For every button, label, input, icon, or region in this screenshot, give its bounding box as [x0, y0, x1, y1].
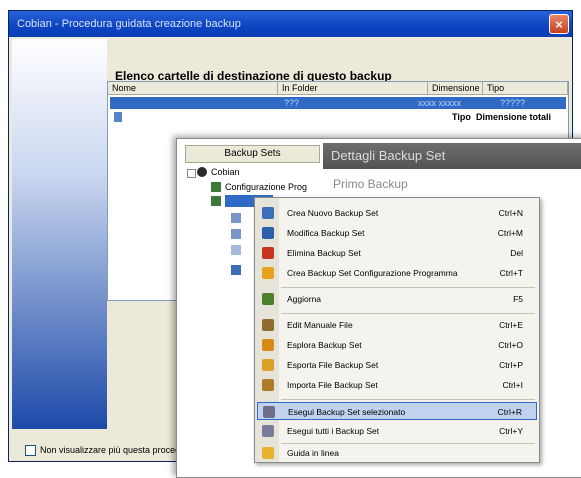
row-total-size-label: Dimensione totali	[476, 112, 552, 122]
selected-list-row[interactable]	[110, 97, 566, 109]
menu-item-run-all[interactable]: Esegui tutti i Backup Set Ctrl+Y	[257, 422, 537, 440]
import-icon	[262, 379, 274, 391]
menu-separator	[281, 287, 535, 288]
close-button[interactable]: ×	[549, 14, 569, 34]
column-header-nome[interactable]: Nome	[108, 82, 278, 95]
dont-show-option[interactable]: Non visualizzare più questa procedura	[25, 445, 194, 457]
dont-show-checkbox[interactable]	[25, 445, 36, 457]
config-icon	[262, 267, 274, 279]
file-icon	[231, 213, 241, 223]
wizard-side-banner	[12, 39, 107, 429]
file-icon	[231, 265, 241, 275]
details-backup-name: Primo Backup	[333, 177, 408, 191]
folder-icon	[114, 112, 122, 122]
export-icon	[262, 359, 274, 371]
explore-icon	[262, 339, 274, 351]
menu-separator	[281, 399, 535, 400]
selected-row-folder: ???	[284, 98, 300, 108]
globe-icon	[197, 167, 207, 177]
menu-item-new-backup-set[interactable]: Crea Nuovo Backup Set Ctrl+N	[257, 204, 537, 222]
column-header-dimensione[interactable]: Dimensione	[428, 82, 483, 95]
column-header-tipo[interactable]: Tipo	[483, 82, 568, 95]
column-header-folder[interactable]: In Folder	[278, 82, 428, 95]
menu-item-manual-edit[interactable]: Edit Manuale File Ctrl+E	[257, 316, 537, 334]
menu-separator	[281, 313, 535, 314]
refresh-icon	[262, 293, 274, 305]
backup-set-context-menu: Crea Nuovo Backup Set Ctrl+N Modifica Ba…	[254, 197, 540, 463]
menu-item-config-backup-set[interactable]: Crea Backup Set Configurazione Programma…	[257, 264, 537, 282]
manual-edit-icon	[262, 319, 274, 331]
run-selected-icon	[263, 406, 275, 418]
run-all-icon	[262, 425, 274, 437]
menu-item-edit-backup-set[interactable]: Modifica Backup Set Ctrl+M	[257, 224, 537, 242]
menu-item-run-selected[interactable]: Esegui Backup Set selezionato Ctrl+R	[257, 402, 537, 420]
selected-row-size: xxxx xxxxx	[418, 98, 462, 108]
selected-row-type: ?????	[500, 98, 526, 108]
menu-item-delete-backup-set[interactable]: Elimina Backup Set Del	[257, 244, 537, 262]
details-panel-title: Dettagli Backup Set	[323, 143, 581, 169]
row-type-label: Tipo	[452, 112, 471, 122]
file-icon	[231, 229, 241, 239]
menu-item-refresh[interactable]: Aggiorna F5	[257, 290, 537, 308]
help-icon	[262, 447, 274, 459]
delete-icon	[262, 247, 274, 259]
menu-item-import[interactable]: Importa File Backup Set Ctrl+I	[257, 376, 537, 394]
wizard-title: Cobian - Procedura guidata creazione bac…	[17, 18, 241, 30]
dont-show-label: Non visualizzare più questa procedura	[40, 445, 194, 455]
collapse-icon[interactable]	[187, 169, 196, 178]
wizard-title-bar[interactable]: Cobian - Procedura guidata creazione bac…	[9, 11, 572, 37]
edit-icon	[262, 227, 274, 239]
tree-item-configurazione[interactable]: Configurazione Prog	[225, 182, 307, 192]
menu-item-export[interactable]: Esporta File Backup Set Ctrl+P	[257, 356, 537, 374]
menu-item-help[interactable]: Guida in linea	[257, 444, 537, 462]
close-icon: ×	[555, 17, 563, 32]
backup-set-icon	[211, 182, 221, 192]
backup-sets-header[interactable]: Backup Sets	[185, 145, 320, 163]
file-icon	[231, 245, 241, 255]
tree-root-label[interactable]: Cobian	[211, 167, 240, 177]
menu-item-explore[interactable]: Esplora Backup Set Ctrl+O	[257, 336, 537, 354]
backup-set-icon	[211, 196, 221, 206]
new-icon	[262, 207, 274, 219]
